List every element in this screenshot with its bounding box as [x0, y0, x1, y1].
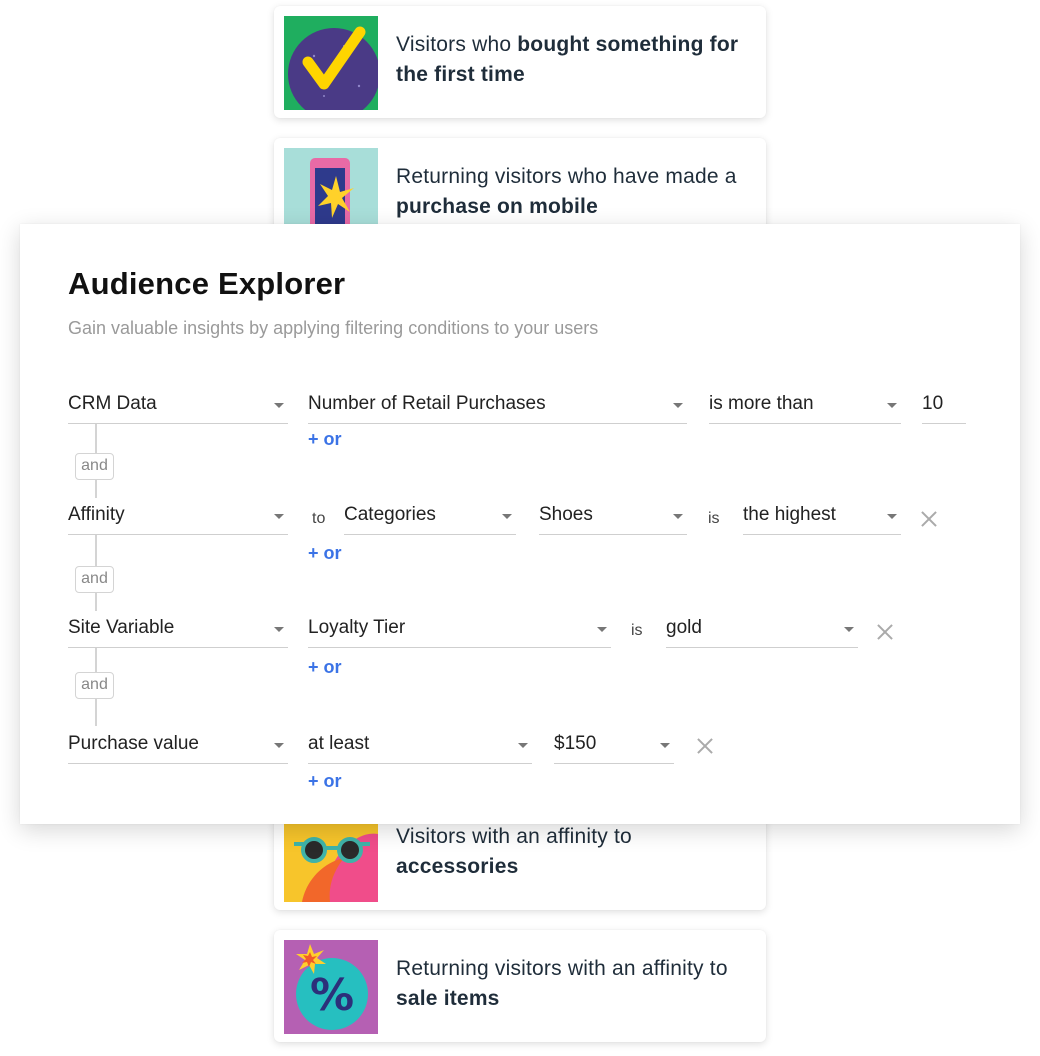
connector-word: to [312, 510, 326, 527]
condition-field-select[interactable]: Categories [344, 499, 516, 535]
condition-operator-select[interactable]: the highest [743, 499, 901, 535]
percent-icon: % [284, 940, 378, 1034]
add-or-condition-link[interactable]: + or [308, 429, 342, 450]
select-value: Number of Retail Purchases [308, 393, 546, 414]
remove-condition-icon[interactable] [695, 736, 715, 756]
and-badge: and [75, 672, 114, 699]
connector-word: is [708, 510, 720, 527]
select-value: gold [666, 617, 702, 638]
remove-condition-icon[interactable] [919, 509, 939, 529]
condition-operator-select[interactable]: at least [308, 728, 532, 764]
chevron-down-icon [518, 743, 528, 748]
and-badge: and [75, 566, 114, 593]
select-value: is more than [709, 393, 814, 414]
connector-line [95, 648, 97, 672]
page-subtitle: Gain valuable insights by applying filte… [68, 318, 599, 338]
chevron-down-icon [887, 514, 897, 519]
chevron-down-icon [660, 743, 670, 748]
input-value: 10 [922, 393, 944, 414]
chevron-down-icon [502, 514, 512, 519]
select-value: Shoes [539, 504, 593, 525]
condition-value-select[interactable]: Shoes [539, 499, 687, 535]
chevron-down-icon [673, 403, 683, 408]
svg-text:%: % [310, 970, 354, 1021]
page-title: Audience Explorer [68, 266, 346, 301]
remove-condition-icon[interactable] [875, 622, 895, 642]
chevron-down-icon [844, 627, 854, 632]
select-value: Affinity [68, 504, 125, 525]
card-description: Returning visitors with an affinity to s… [396, 957, 728, 1010]
chevron-down-icon [274, 743, 284, 748]
select-value: $150 [554, 733, 597, 754]
add-or-condition-link[interactable]: + or [308, 657, 342, 678]
select-value: at least [308, 733, 370, 754]
audience-explorer-panel: Audience Explorer Gain valuable insights… [20, 224, 1020, 824]
chevron-down-icon [597, 627, 607, 632]
audience-card-sale-items[interactable]: % Returning visitors with an affinity to… [274, 930, 766, 1042]
and-badge: and [75, 453, 114, 480]
condition-source-select[interactable]: Affinity [68, 499, 288, 535]
chevron-down-icon [887, 403, 897, 408]
select-value: CRM Data [68, 393, 157, 414]
connector-word: is [631, 622, 643, 639]
card-description: Visitors who bought something for the fi… [396, 33, 739, 86]
condition-value-input[interactable]: 10 [922, 388, 966, 424]
select-value: Site Variable [68, 617, 175, 638]
connector-line [95, 424, 97, 453]
select-value: Loyalty Tier [308, 617, 406, 638]
chevron-down-icon [274, 627, 284, 632]
select-value: the highest [743, 504, 836, 525]
card-description: Returning visitors who have made a purch… [396, 165, 737, 218]
connector-line [95, 535, 97, 566]
condition-source-select[interactable]: CRM Data [68, 388, 288, 424]
audience-card-first-purchase[interactable]: Visitors who bought something for the fi… [274, 6, 766, 118]
checkmark-icon [284, 16, 378, 110]
add-or-condition-link[interactable]: + or [308, 771, 342, 792]
chevron-down-icon [274, 403, 284, 408]
select-value: Categories [344, 504, 436, 525]
connector-line [95, 593, 97, 611]
condition-operator-select[interactable]: is more than [709, 388, 901, 424]
condition-value-select[interactable]: gold [666, 612, 858, 648]
condition-source-select[interactable]: Purchase value [68, 728, 288, 764]
chevron-down-icon [673, 514, 683, 519]
add-or-condition-link[interactable]: + or [308, 543, 342, 564]
condition-value-select[interactable]: $150 [554, 728, 674, 764]
chevron-down-icon [274, 514, 284, 519]
condition-field-select[interactable]: Loyalty Tier [308, 612, 611, 648]
condition-field-select[interactable]: Number of Retail Purchases [308, 388, 687, 424]
select-value: Purchase value [68, 733, 199, 754]
condition-source-select[interactable]: Site Variable [68, 612, 288, 648]
connector-line [95, 699, 97, 726]
card-description: Visitors with an affinity to accessories [396, 825, 632, 878]
connector-line [95, 480, 97, 498]
